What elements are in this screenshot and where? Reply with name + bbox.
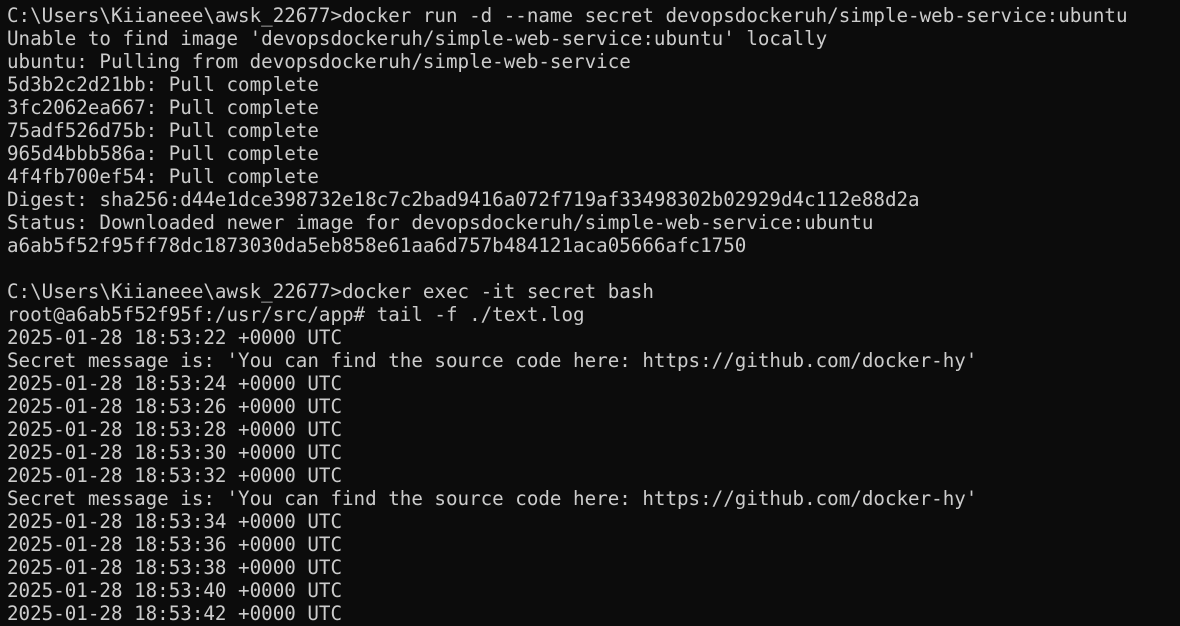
terminal-line-secret-message: Secret message is: 'You can find the sou…	[7, 349, 978, 372]
terminal-line-container-id: a6ab5f52f95ff78dc1873030da5eb858e61aa6d7…	[7, 234, 747, 257]
terminal-line-log: 2025-01-28 18:53:34 +0000 UTC	[7, 510, 343, 533]
terminal-line-log: 2025-01-28 18:53:22 +0000 UTC	[7, 326, 343, 349]
terminal-line-unable-to-find: Unable to find image 'devopsdockeruh/sim…	[7, 27, 828, 50]
terminal-line-log: 2025-01-28 18:53:32 +0000 UTC	[7, 464, 343, 487]
terminal-line-log: 2025-01-28 18:53:30 +0000 UTC	[7, 441, 343, 464]
terminal-line-log: 2025-01-28 18:53:28 +0000 UTC	[7, 418, 343, 441]
terminal-line-layer-5: 4f4fb700ef54: Pull complete	[7, 165, 319, 188]
terminal-line-log: 2025-01-28 18:53:36 +0000 UTC	[7, 533, 343, 556]
terminal-line-layer-2: 3fc2062ea667: Pull complete	[7, 96, 319, 119]
terminal-line-secret-message: Secret message is: 'You can find the sou…	[7, 487, 978, 510]
terminal-line-docker-exec: C:\Users\Kiianeee\awsk_22677>docker exec…	[7, 280, 654, 303]
terminal-line-tail-command: root@a6ab5f52f95f:/usr/src/app# tail -f …	[7, 303, 585, 326]
terminal-line-log: 2025-01-28 18:53:38 +0000 UTC	[7, 556, 343, 579]
terminal-window[interactable]: C:\Users\Kiianeee\awsk_22677>docker run …	[0, 0, 1180, 626]
terminal-line-pulling: ubuntu: Pulling from devopsdockeruh/simp…	[7, 50, 631, 73]
terminal-line-layer-4: 965d4bbb586a: Pull complete	[7, 142, 319, 165]
terminal-line-log: 2025-01-28 18:53:42 +0000 UTC	[7, 602, 343, 625]
terminal-line-layer-1: 5d3b2c2d21bb: Pull complete	[7, 73, 319, 96]
terminal-line-log: 2025-01-28 18:53:24 +0000 UTC	[7, 372, 343, 395]
terminal-line-log: 2025-01-28 18:53:40 +0000 UTC	[7, 579, 343, 602]
terminal-line-docker-run: C:\Users\Kiianeee\awsk_22677>docker run …	[7, 4, 1128, 27]
terminal-line-layer-3: 75adf526d75b: Pull complete	[7, 119, 319, 142]
terminal-line-log: 2025-01-28 18:53:26 +0000 UTC	[7, 395, 343, 418]
terminal-line-status: Status: Downloaded newer image for devop…	[7, 211, 874, 234]
terminal-line-digest: Digest: sha256:d44e1dce398732e18c7c2bad9…	[7, 188, 920, 211]
